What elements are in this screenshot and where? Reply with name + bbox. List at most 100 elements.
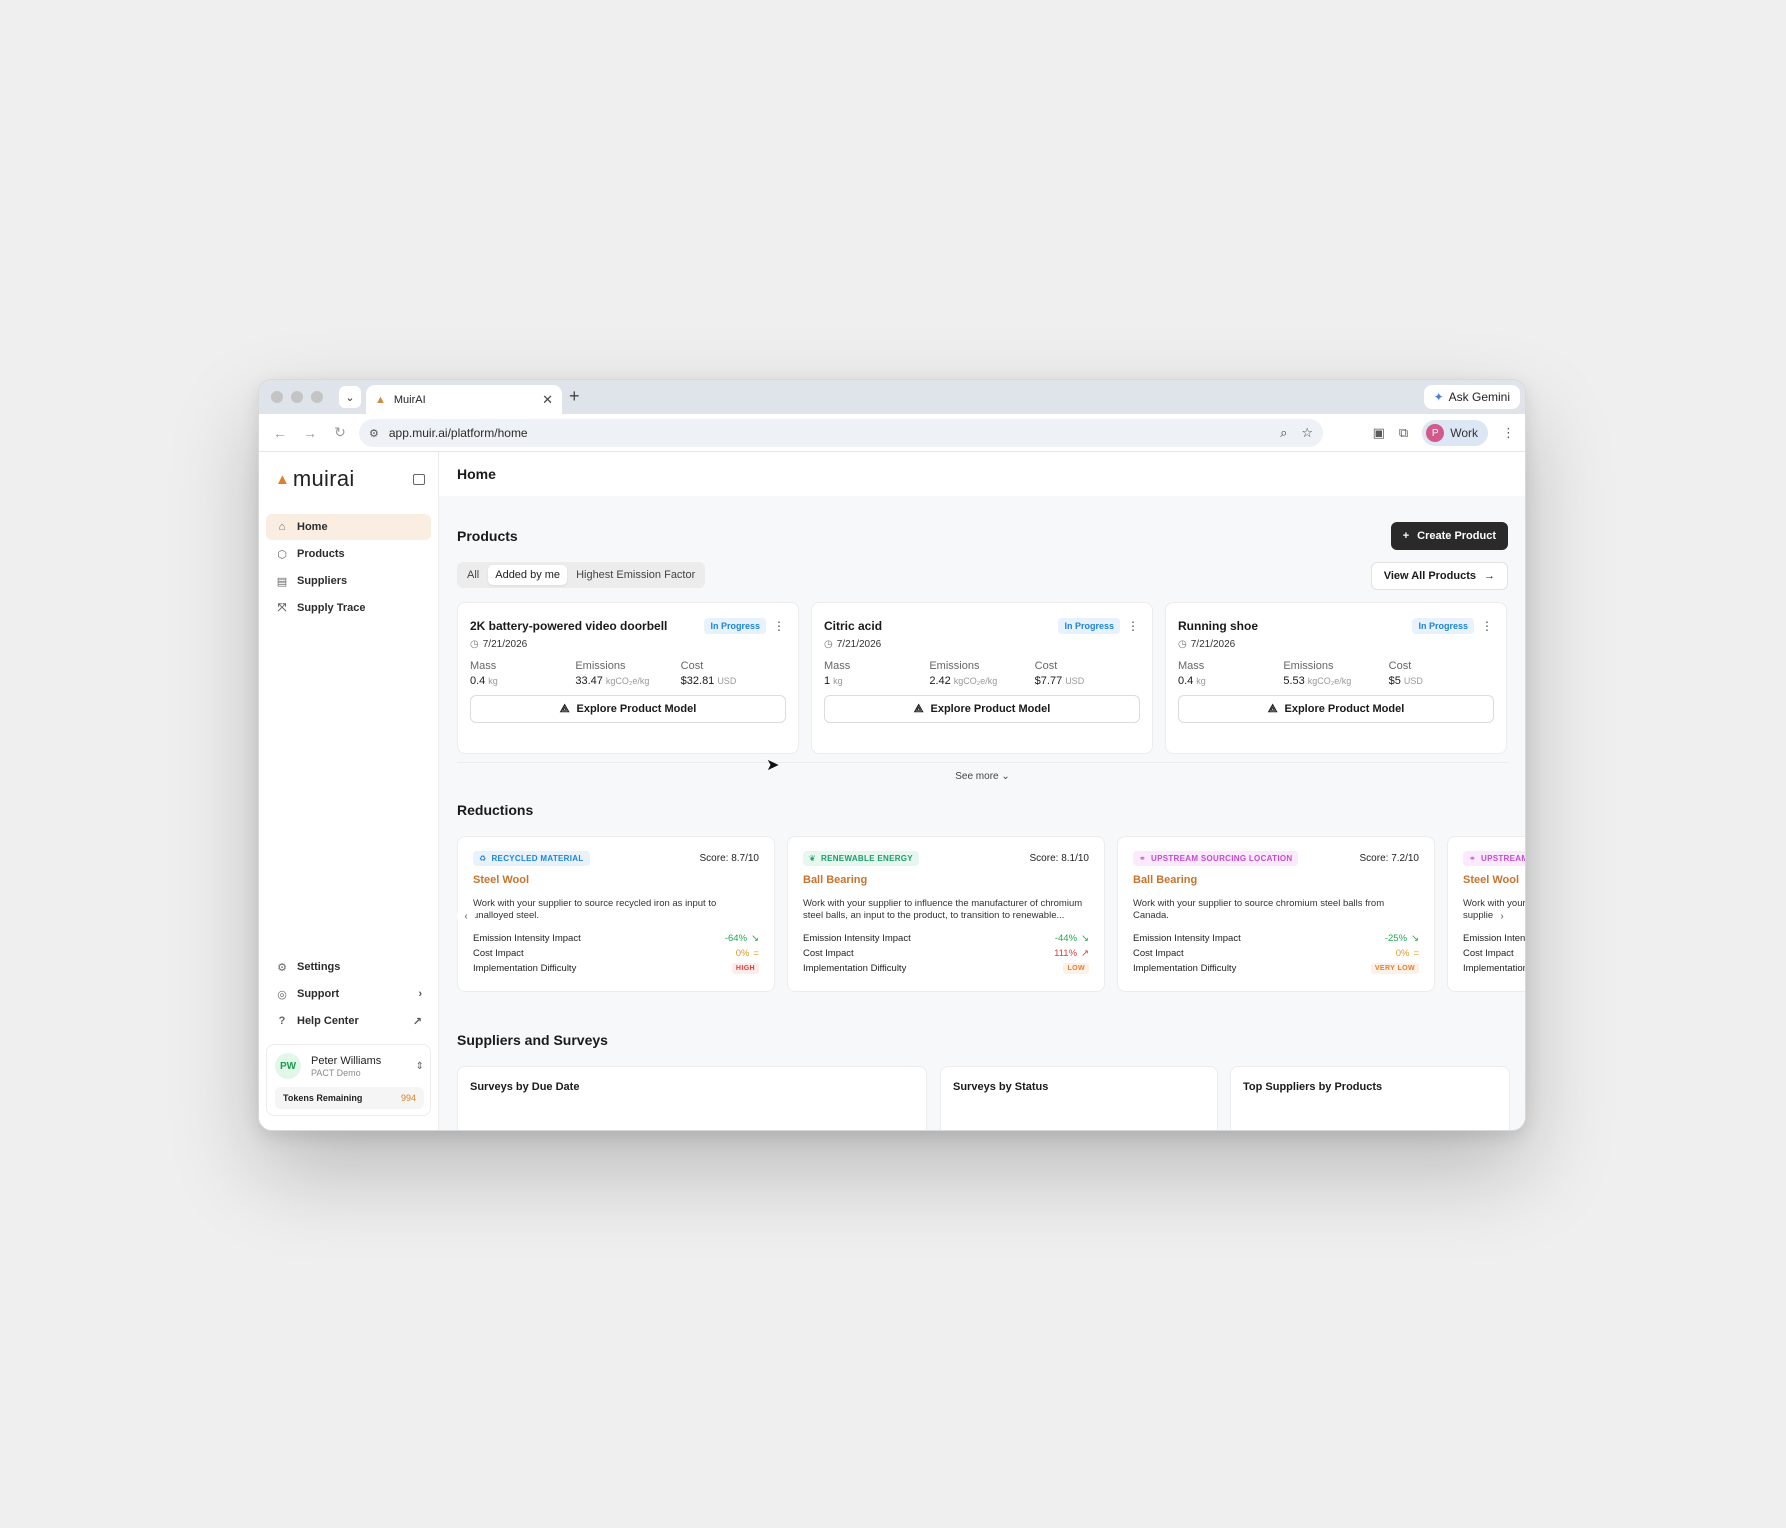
view-all-products-button[interactable]: View All Products →: [1370, 562, 1508, 590]
profile-button[interactable]: P Work: [1422, 420, 1488, 446]
metric-mass: Mass 1 kg: [824, 660, 929, 687]
see-more-button[interactable]: See more ⌄: [457, 762, 1508, 782]
extension-app-icon[interactable]: ▣: [1373, 425, 1385, 441]
filter-highest-emission-factor[interactable]: Highest Emission Factor: [569, 565, 702, 585]
explore-product-model-button[interactable]: ⟁ Explore Product Model: [470, 695, 786, 723]
browser-window: ⌄ ▲ MuirAI ✕ + ✦ Ask Gemini ← → ↻ ⚙ app.…: [258, 379, 1526, 1131]
carousel-next-button[interactable]: ›: [1493, 907, 1511, 925]
mass-unit: kg: [488, 676, 498, 686]
brand-logo[interactable]: ▲ muirai: [275, 466, 431, 491]
create-product-button[interactable]: + Create Product: [1390, 522, 1508, 550]
cost-impact-row: Cost Impact 111% ↗: [803, 948, 1089, 959]
metric-value: 1 kg: [824, 675, 929, 687]
reduction-card[interactable]: ⚭ UPSTREAM SOURCING LOCATION Score: 7.2/…: [1117, 836, 1435, 992]
window-controls: [271, 391, 323, 403]
explore-product-model-button[interactable]: ⟁ Explore Product Model: [1178, 695, 1494, 723]
metric-cost: Cost $32.81 USD: [681, 660, 786, 687]
cost-value: $7.77: [1034, 675, 1063, 687]
product-name[interactable]: 2K battery-powered video doorbell: [470, 619, 667, 633]
emission-impact-row: Emission Intensity Impact -25% ↘: [1133, 933, 1419, 944]
cost-unit: USD: [717, 676, 737, 686]
sidebar-item-label: Help Center: [297, 1015, 359, 1027]
cost-impact-row: Cost Impact 0% =: [473, 948, 759, 959]
score-text: Score: 8.1/10: [1029, 852, 1089, 864]
site-settings-icon[interactable]: ⚙: [369, 427, 379, 440]
reduction-target[interactable]: Steel Wool: [1463, 874, 1525, 886]
score-text: Score: 8.7/10: [699, 852, 759, 864]
sidebar-collapse-icon[interactable]: [413, 473, 425, 485]
product-card[interactable]: Running shoe In Progress ⋮ ◷ 7/21/2026 M…: [1165, 602, 1507, 754]
sidebar-item-suppliers[interactable]: ▤ Suppliers: [266, 568, 431, 594]
product-metrics: Mass 0.4 kg Emissions 33.47 kgCO₂e/kg Cost…: [470, 660, 786, 687]
back-arrow-icon[interactable]: ←: [271, 425, 289, 441]
product-card[interactable]: 2K battery-powered video doorbell In Pro…: [457, 602, 799, 754]
main-content: Home Products + Create Product All Added…: [439, 452, 1525, 1130]
reduction-target[interactable]: Ball Bearing: [1133, 874, 1419, 886]
close-window-icon[interactable]: [271, 391, 283, 403]
zoom-icon[interactable]: ⌕: [1280, 425, 1287, 441]
create-product-label: Create Product: [1417, 530, 1496, 542]
bookmark-star-icon[interactable]: ☆: [1301, 425, 1313, 441]
trace-network-icon: ⤧: [277, 601, 287, 614]
product-name[interactable]: Citric acid: [824, 619, 882, 633]
carousel-prev-button[interactable]: ‹: [457, 907, 475, 925]
metric-cost: Cost $7.77 USD: [1035, 660, 1140, 687]
maximize-window-icon[interactable]: [311, 391, 323, 403]
explore-product-model-button[interactable]: ⟁ Explore Product Model: [824, 695, 1140, 723]
clock-icon: ◷: [1178, 639, 1187, 650]
reduction-card[interactable]: ❦ RENEWABLE ENERGY Score: 8.1/10 Ball Be…: [787, 836, 1105, 992]
cost-value: $5: [1388, 675, 1401, 687]
sidebar-item-home[interactable]: ⌂ Home: [266, 514, 431, 540]
tab-close-icon[interactable]: ✕: [542, 392, 553, 408]
row-label: Implementation Difficulty: [1133, 963, 1237, 974]
reload-icon[interactable]: ↻: [331, 424, 349, 441]
reduction-card[interactable]: ♻ RECYCLED MATERIAL Score: 8.7/10 Steel …: [457, 836, 775, 992]
cost-impact-value: 0%: [1395, 948, 1410, 959]
browser-tab[interactable]: ▲ MuirAI ✕: [366, 385, 562, 414]
product-name[interactable]: Running shoe: [1178, 619, 1258, 633]
ask-gemini-button[interactable]: ✦ Ask Gemini: [1423, 385, 1520, 409]
equals-icon: =: [1413, 948, 1419, 959]
user-card[interactable]: PW Peter Williams PACT Demo ⇕ Tokens Rem…: [266, 1044, 431, 1116]
browser-menu-icon[interactable]: ⋮: [1502, 425, 1515, 441]
sidebar-item-settings[interactable]: ⚙ Settings: [266, 954, 431, 980]
reduction-target[interactable]: Ball Bearing: [803, 874, 1089, 886]
muirai-favicon-icon: ▲: [375, 393, 386, 406]
minimize-window-icon[interactable]: [291, 391, 303, 403]
extensions-puzzle-icon[interactable]: ⧉: [1399, 425, 1408, 441]
sidebar-item-products[interactable]: ⬡ Products: [266, 541, 431, 567]
filter-all[interactable]: All: [460, 565, 486, 585]
more-vertical-icon[interactable]: ⋮: [1480, 619, 1494, 633]
product-metrics: Mass 0.4 kg Emissions 5.53 kgCO₂e/kg Cost …: [1178, 660, 1494, 687]
equals-icon: =: [753, 948, 759, 959]
product-card[interactable]: Citric acid In Progress ⋮ ◷ 7/21/2026 Ma…: [811, 602, 1153, 754]
help-circle-icon: ?: [278, 1015, 286, 1027]
sidebar-item-supply-trace[interactable]: ⤧ Supply Trace: [266, 595, 431, 621]
user-row: PW Peter Williams PACT Demo ⇕: [275, 1053, 424, 1079]
emissions-unit: kgCO₂e/kg: [1307, 676, 1352, 686]
view-all-products-label: View All Products: [1383, 570, 1476, 582]
category-label: RECYCLED MATERIAL: [491, 853, 584, 863]
sidebar-item-support[interactable]: ◎ Support ›: [266, 981, 431, 1007]
tab-search-chevron-icon[interactable]: ⌄: [339, 386, 361, 408]
difficulty-badge: VERY LOW: [1370, 963, 1419, 974]
reduction-target[interactable]: Steel Wool: [473, 874, 759, 886]
address-bar[interactable]: ⚙ app.muir.ai/platform/home ⌕ ☆: [359, 419, 1323, 447]
filter-added-by-me[interactable]: Added by me: [488, 565, 568, 585]
reductions-title: Reductions: [457, 802, 534, 818]
reduction-card[interactable]: ⚭ UPSTREAM SOURCING LOCATION Steel Wool …: [1447, 836, 1525, 992]
emissions-unit: kgCO₂e/kg: [953, 676, 998, 686]
sidebar-item-help-center[interactable]: ? Help Center ↗: [266, 1008, 431, 1034]
mouse-cursor-icon: ➤: [766, 757, 780, 774]
new-tab-button[interactable]: +: [569, 386, 580, 407]
reduction-description: Work with your supplier to influence the…: [803, 898, 1083, 921]
date-text: 7/21/2026: [1190, 639, 1236, 650]
chevrons-up-down-icon[interactable]: ⇕: [416, 1061, 424, 1072]
more-vertical-icon[interactable]: ⋮: [1126, 619, 1140, 633]
metric-value: 2.42 kgCO₂e/kg: [929, 675, 1034, 687]
network-model-icon: ⟁: [913, 702, 924, 715]
sidebar-item-label: Supply Trace: [297, 602, 366, 614]
more-vertical-icon[interactable]: ⋮: [772, 619, 786, 633]
forward-arrow-icon[interactable]: →: [301, 425, 319, 441]
url-text[interactable]: app.muir.ai/platform/home: [389, 426, 1266, 440]
